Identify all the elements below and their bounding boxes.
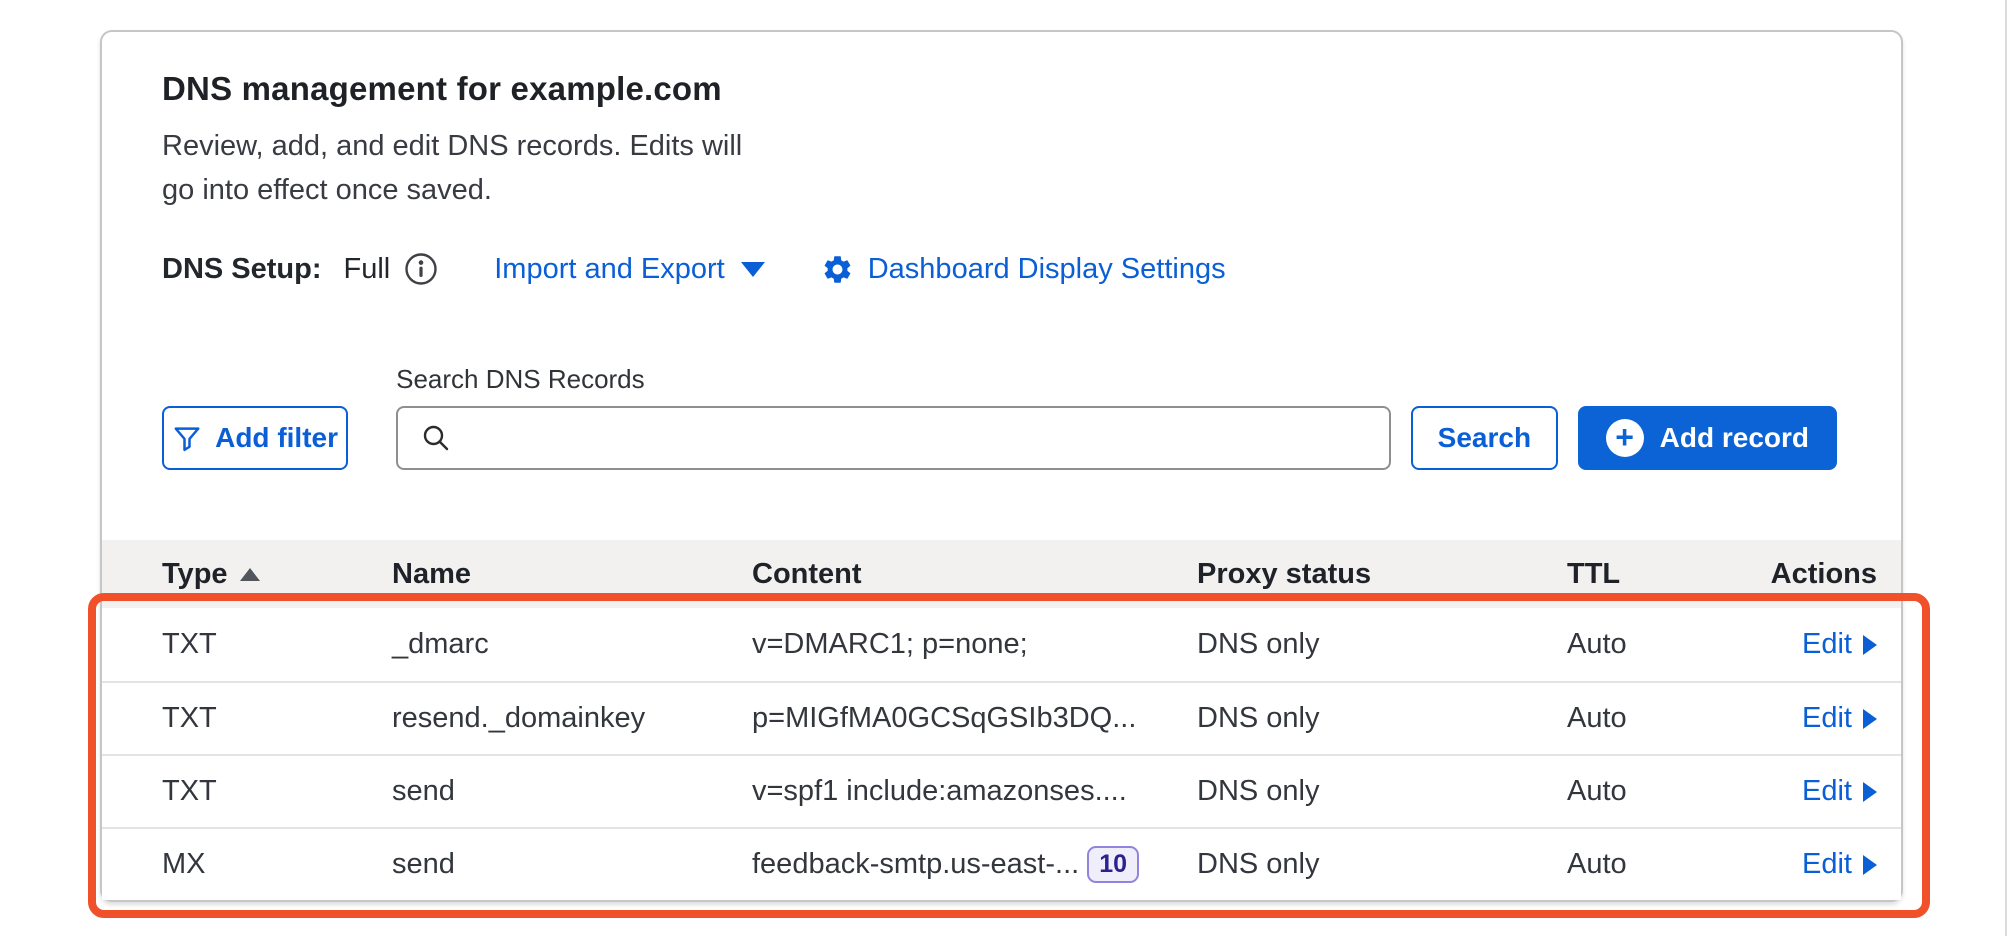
search-field-label: Search DNS Records [396,364,1391,395]
table-row: TXT _dmarc v=DMARC1; p=none; DNS only Au… [102,608,1901,681]
column-header-type[interactable]: Type [162,558,392,591]
add-filter-label: Add filter [215,422,338,454]
table-row: MX send feedback-smtp.us-east-...10 DNS … [102,827,1901,900]
dashboard-display-settings-link[interactable]: Dashboard Display Settings [868,253,1226,286]
record-proxy-status: DNS only [1197,848,1567,881]
filter-funnel-icon [172,423,202,453]
chevron-right-icon [1863,635,1877,655]
record-type: TXT [162,628,392,661]
edit-label: Edit [1802,702,1852,735]
edit-label: Edit [1802,628,1852,661]
search-icon [420,422,452,459]
record-proxy-status: DNS only [1197,702,1567,735]
record-content: v=spf1 include:amazonses.... [752,775,1197,808]
column-header-content: Content [752,558,1197,591]
add-record-button[interactable]: + Add record [1578,406,1837,470]
chevron-down-icon[interactable] [741,262,765,277]
page-subtitle: Review, add, and edit DNS records. Edits… [162,124,1837,212]
record-proxy-status: DNS only [1197,628,1567,661]
mx-priority-badge: 10 [1087,846,1139,883]
record-name: _dmarc [392,628,752,661]
record-name: send [392,775,752,808]
sort-ascending-icon [240,568,260,581]
type-header-label: Type [162,558,228,591]
column-header-ttl: TTL [1567,558,1752,591]
edit-label: Edit [1802,848,1852,881]
records-toolbar: Add filter Search DNS Records Search [162,364,1837,470]
search-input[interactable] [396,406,1391,470]
record-name: resend._domainkey [392,702,752,735]
edit-record-button[interactable]: Edit [1802,775,1877,808]
record-name: send [392,848,752,881]
table-row: TXT resend._domainkey p=MIGfMA0GCSqGSIb3… [102,681,1901,754]
record-content: feedback-smtp.us-east-...10 [752,846,1197,883]
record-content-text: feedback-smtp.us-east-... [752,848,1079,881]
record-type: TXT [162,702,392,735]
table-header-row: Type Name Content Proxy status TTL Actio… [102,540,1901,608]
chevron-right-icon [1863,782,1877,802]
search-button-label: Search [1438,422,1531,454]
search-button[interactable]: Search [1411,406,1558,470]
record-ttl: Auto [1567,702,1752,735]
column-header-proxy-status: Proxy status [1197,558,1567,591]
subtitle-line-2: go into effect once saved. [162,168,1837,212]
import-export-link[interactable]: Import and Export [494,253,725,286]
dns-setup-row: DNS Setup: Full Import and Export Dashbo… [162,252,1837,286]
plus-circle-icon: + [1606,419,1644,457]
info-circle-icon[interactable] [404,252,438,286]
dns-records-table: Type Name Content Proxy status TTL Actio… [102,540,1901,900]
record-content: p=MIGfMA0GCSqGSIb3DQ... [752,702,1197,735]
table-rows-container: TXT _dmarc v=DMARC1; p=none; DNS only Au… [102,608,1901,900]
domain-name: example.com [511,70,722,107]
record-type: MX [162,848,392,881]
column-header-name: Name [392,558,752,591]
edit-label: Edit [1802,775,1852,808]
table-row: TXT send v=spf1 include:amazonses.... DN… [102,754,1901,827]
chevron-right-icon [1863,855,1877,875]
plus-glyph: + [1615,421,1634,453]
add-record-label: Add record [1660,422,1809,454]
chevron-right-icon [1863,709,1877,729]
search-field-group: Search DNS Records [396,364,1391,470]
edit-record-button[interactable]: Edit [1802,848,1877,881]
edit-record-button[interactable]: Edit [1802,702,1877,735]
dns-setup-label: DNS Setup: [162,253,322,286]
add-filter-button[interactable]: Add filter [162,406,348,470]
record-ttl: Auto [1567,848,1752,881]
record-proxy-status: DNS only [1197,775,1567,808]
dns-setup-value: Full [344,253,391,286]
record-ttl: Auto [1567,628,1752,661]
dns-management-card: DNS management for example.com Review, a… [100,30,1903,902]
page-title-prefix: DNS management for [162,70,511,107]
window-edge-divider [2005,0,2007,936]
column-header-actions: Actions [1752,558,1877,591]
record-type: TXT [162,775,392,808]
record-ttl: Auto [1567,775,1752,808]
page-title: DNS management for example.com [162,68,1837,110]
subtitle-line-1: Review, add, and edit DNS records. Edits… [162,124,1837,168]
edit-record-button[interactable]: Edit [1802,628,1877,661]
gear-icon[interactable] [821,253,854,286]
record-content: v=DMARC1; p=none; [752,628,1197,661]
